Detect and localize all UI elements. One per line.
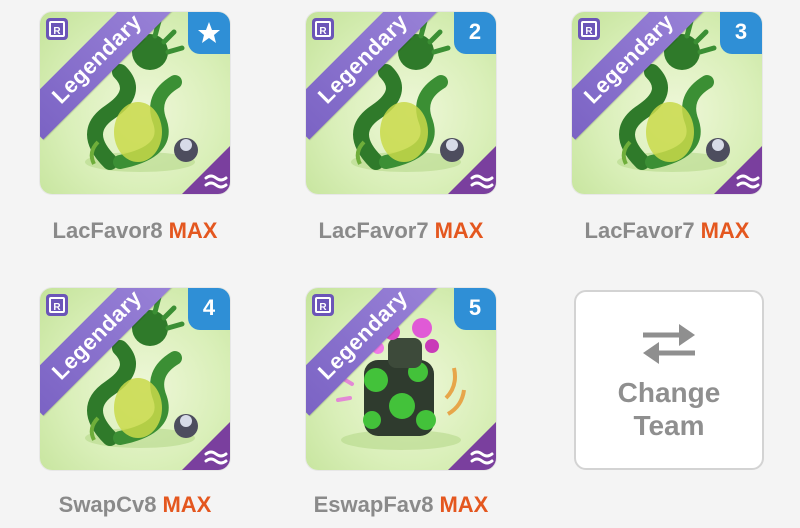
- level-max: MAX: [434, 218, 484, 243]
- svg-text:R: R: [53, 302, 61, 313]
- star-icon: [198, 22, 220, 43]
- level-max: MAX: [439, 492, 489, 517]
- rune-slot-icon: R: [578, 18, 600, 40]
- slot-number-badge: 5: [454, 288, 496, 330]
- rune-slot-icon: R: [46, 294, 68, 316]
- svg-text:R: R: [53, 26, 61, 37]
- monster-name-2: LacFavor7 MAX: [271, 218, 531, 244]
- monster-card-2[interactable]: Legendary R 2: [306, 12, 496, 194]
- monster-name-1: LacFavor8 MAX: [5, 218, 265, 244]
- change-team-line2: Team: [633, 410, 705, 441]
- change-team-label: Change Team: [576, 376, 762, 442]
- swap-arrows-icon: [643, 324, 695, 364]
- svg-text:R: R: [319, 302, 327, 313]
- monster-name: SwapCv8: [58, 492, 157, 517]
- level-max: MAX: [700, 218, 750, 243]
- monster-name: EswapFav8: [313, 492, 434, 517]
- element-badge: [714, 146, 762, 194]
- monster-name: LacFavor8: [52, 218, 163, 243]
- monster-name: LacFavor7: [584, 218, 695, 243]
- level-max: MAX: [168, 218, 218, 243]
- monster-card-5[interactable]: Legendary R 5: [306, 288, 496, 470]
- monster-name-5: EswapFav8 MAX: [271, 492, 531, 518]
- element-badge: [182, 422, 230, 470]
- slot-number-badge: 2: [454, 12, 496, 54]
- slot-number-badge: 4: [188, 288, 230, 330]
- monster-name-3: LacFavor7 MAX: [537, 218, 797, 244]
- leader-badge: [188, 12, 230, 54]
- svg-text:R: R: [319, 26, 327, 37]
- element-badge: [182, 146, 230, 194]
- element-badge: [448, 146, 496, 194]
- change-team-button[interactable]: Change Team: [574, 290, 764, 470]
- team-grid: Legendary R LacFavor8 MAX Legendary R 2 …: [0, 0, 800, 528]
- element-badge: [448, 422, 496, 470]
- water-wave-icon: [714, 146, 762, 194]
- slot-number-badge: 3: [720, 12, 762, 54]
- water-wave-icon: [448, 422, 496, 470]
- level-max: MAX: [162, 492, 212, 517]
- water-wave-icon: [448, 146, 496, 194]
- rune-slot-icon: R: [312, 18, 334, 40]
- monster-name-4: SwapCv8 MAX: [5, 492, 265, 518]
- water-wave-icon: [182, 422, 230, 470]
- rune-slot-icon: R: [312, 294, 334, 316]
- change-team-line1: Change: [617, 377, 721, 408]
- svg-text:R: R: [585, 26, 593, 37]
- monster-name: LacFavor7: [318, 218, 429, 243]
- water-wave-icon: [182, 146, 230, 194]
- monster-card-1[interactable]: Legendary R: [40, 12, 230, 194]
- rune-slot-icon: R: [46, 18, 68, 40]
- monster-card-4[interactable]: Legendary R 4: [40, 288, 230, 470]
- monster-card-3[interactable]: Legendary R 3: [572, 12, 762, 194]
